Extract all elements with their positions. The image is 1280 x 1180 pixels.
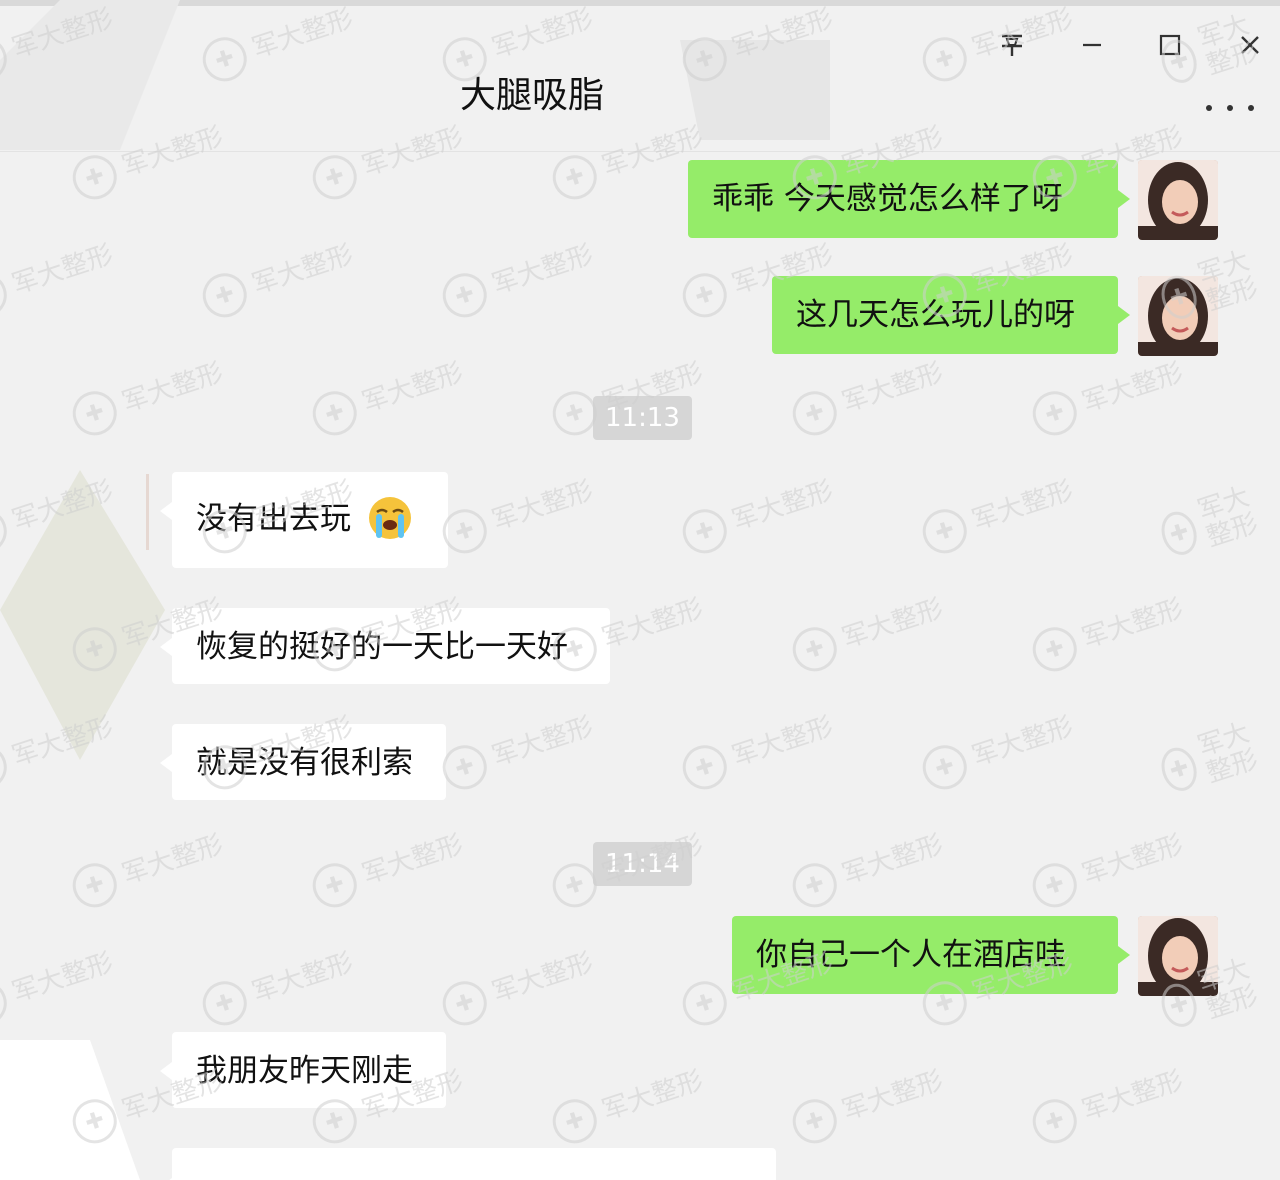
avatar-self[interactable] bbox=[1138, 276, 1218, 356]
message-bubble-incoming[interactable]: 就是没有很利索 bbox=[160, 724, 446, 800]
pin-icon bbox=[1002, 34, 1022, 56]
more-dot-icon bbox=[1248, 105, 1254, 111]
message-timestamp: 11:14 bbox=[593, 842, 692, 886]
message-bubble-outgoing[interactable]: 这几天怎么玩儿的呀 bbox=[772, 276, 1130, 354]
chat-header: 大腿吸脂 bbox=[0, 6, 1280, 152]
avatar-photo-icon bbox=[1138, 160, 1218, 240]
more-options-button[interactable] bbox=[1206, 98, 1254, 118]
message-bubble-outgoing[interactable]: 你自己一个人在酒店哇 bbox=[732, 916, 1130, 994]
close-button[interactable] bbox=[1230, 28, 1270, 62]
message-text: 就是没有很利索 bbox=[196, 745, 413, 781]
minimize-icon bbox=[1083, 43, 1101, 47]
selection-marker bbox=[146, 474, 149, 550]
avatar-self[interactable] bbox=[1138, 916, 1218, 996]
pin-window-button[interactable] bbox=[992, 28, 1032, 62]
message-text: 这几天怎么玩儿的呀 bbox=[796, 297, 1075, 333]
more-dot-icon bbox=[1206, 105, 1212, 111]
more-dot-icon bbox=[1227, 105, 1233, 111]
message-bubble-incoming[interactable]: 没有出去玩 bbox=[160, 472, 448, 568]
close-icon bbox=[1241, 36, 1259, 54]
message-text: 没有出去玩 bbox=[196, 501, 351, 537]
maximize-button[interactable] bbox=[1150, 28, 1190, 62]
message-text: 我朋友昨天刚走 bbox=[196, 1053, 413, 1089]
message-list[interactable]: 乖乖 今天感觉怎么样了呀 这几天怎么玩儿的呀 11:13 没有出去玩 恢复的挺好… bbox=[0, 152, 1280, 1180]
maximize-icon bbox=[1159, 34, 1181, 56]
minimize-button[interactable] bbox=[1072, 28, 1112, 62]
chat-window: 大腿吸脂 乖乖 今天感觉怎么样了呀 这几天怎么玩儿的呀 11:13 没有出去玩 … bbox=[0, 0, 1280, 1180]
avatar-photo-icon bbox=[1138, 276, 1218, 356]
message-text: 恢复的挺好的一天比一天好 bbox=[196, 629, 568, 665]
message-bubble-outgoing[interactable]: 乖乖 今天感觉怎么样了呀 bbox=[688, 160, 1130, 238]
message-text: 乖乖 今天感觉怎么样了呀 bbox=[712, 181, 1063, 217]
avatar-self[interactable] bbox=[1138, 160, 1218, 240]
loudly-crying-face-icon bbox=[368, 496, 411, 539]
message-text: 你自己一个人在酒店哇 bbox=[756, 937, 1066, 973]
chat-title: 大腿吸脂 bbox=[460, 75, 605, 116]
message-bubble-incoming[interactable]: 恢复的挺好的一天比一天好 bbox=[160, 608, 610, 684]
message-bubble-incoming[interactable]: 我朋友昨天刚走 bbox=[160, 1032, 446, 1108]
message-timestamp: 11:13 bbox=[593, 396, 692, 440]
avatar-photo-icon bbox=[1138, 916, 1218, 996]
message-bubble-incoming[interactable] bbox=[160, 1148, 776, 1180]
